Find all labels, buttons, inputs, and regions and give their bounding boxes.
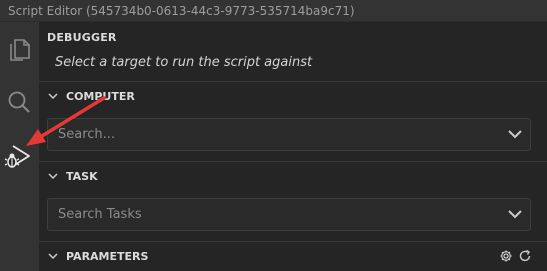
chevron-down-icon (508, 130, 522, 139)
files-icon[interactable] (4, 34, 34, 64)
section-label-parameters: PARAMETERS (66, 250, 149, 263)
computer-search-placeholder: Search... (58, 127, 116, 142)
panel-subtitle: Select a target to run the script agains… (55, 55, 313, 70)
debug-icon[interactable] (4, 142, 34, 172)
section-label-computer: COMPUTER (66, 90, 135, 103)
gear-icon[interactable] (499, 249, 513, 263)
section-header-parameters[interactable]: PARAMETERS (39, 241, 547, 271)
task-search-placeholder: Search Tasks (58, 207, 142, 222)
chevron-down-icon (48, 173, 58, 180)
search-icon[interactable] (4, 88, 34, 118)
window-title: Script Editor (545734b0-0613-44c3-9773-5… (0, 0, 547, 22)
refresh-icon[interactable] (518, 249, 532, 263)
chevron-down-icon (48, 93, 58, 100)
chevron-down-icon (48, 253, 58, 260)
computer-search-dropdown[interactable]: Search... (47, 118, 531, 151)
section-header-computer[interactable]: COMPUTER (39, 81, 547, 111)
section-header-task[interactable]: TASK (39, 161, 547, 191)
task-search-dropdown[interactable]: Search Tasks (47, 198, 531, 231)
activity-bar (0, 22, 39, 271)
section-label-task: TASK (66, 170, 98, 183)
panel-title: DEBUGGER (47, 31, 117, 44)
debugger-panel: DEBUGGER Select a target to run the scri… (39, 22, 547, 271)
chevron-down-icon (508, 210, 522, 219)
